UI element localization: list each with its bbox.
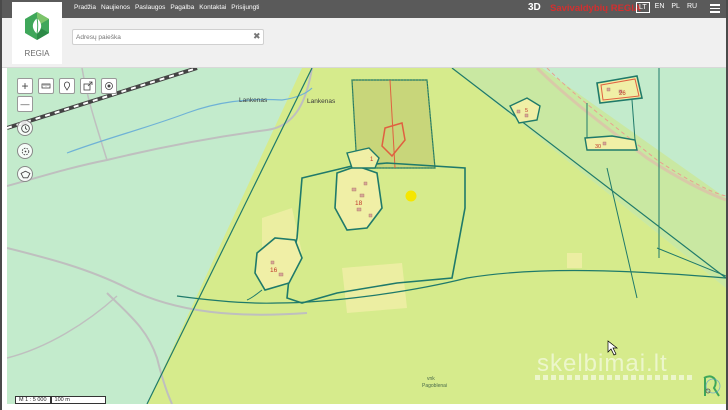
road-label: Lankenas [307,98,336,105]
parcel-label: 18 [355,200,363,207]
scale-bar: M 1 : 5 000 100 m [15,396,106,404]
locate-button[interactable] [17,143,33,159]
zoom-out-button[interactable]: — [17,96,33,112]
settings-button[interactable] [701,384,715,398]
lang-ru[interactable]: RU [685,2,699,13]
scale-distance: 100 m [50,396,106,404]
parcel-label: 16 [270,267,278,274]
lang-en[interactable]: EN [653,2,667,13]
pin-icon [63,81,71,91]
gear-icon [705,388,711,394]
place-prefix-label: vnk [427,376,435,382]
nav-item-news[interactable]: Naujienos [101,4,130,11]
map-view[interactable]: Lankenas Lankenas 18 16 1 5 26 30 vnk Pa… [7,68,726,404]
ruler-icon [41,83,51,89]
lang-lt[interactable]: LT [636,2,650,13]
brand-name: Savivaldybių REGIA [550,3,641,14]
road-label: Lankenas [239,97,268,104]
menu-icon[interactable] [710,4,720,13]
scale-ratio: M 1 : 5 000 [15,396,51,404]
watermark: skelbimai.lt [537,350,668,377]
place-label: Pagoblenai [422,383,447,389]
location-marker [405,190,417,202]
locate-icon [21,147,29,155]
target-button[interactable] [101,78,117,94]
logo-text: REGIA [24,49,50,58]
ruler-button[interactable] [38,78,54,94]
parcel-label: 5 [525,108,528,114]
main-nav: Pradžia Naujienos Paslaugos Pagalba Kont… [74,4,259,11]
mode-3d-button[interactable]: 3D [528,2,541,13]
footer [2,404,726,410]
header: REGIA ✖ [2,2,726,68]
export-button[interactable] [80,78,96,94]
zoom-in-button[interactable]: + [17,78,33,94]
polygon-icon [20,170,30,178]
history-icon [20,123,30,133]
nav-item-help[interactable]: Pagalba [170,4,194,11]
regia-logo[interactable]: REGIA [12,2,62,64]
nav-item-login[interactable]: Prisijungti [231,4,259,11]
regia-logo-icon [25,12,49,40]
polygon-button[interactable] [17,166,33,182]
parcel-label: 30 [595,144,601,150]
nav-item-home[interactable]: Pradžia [74,4,96,11]
export-icon [83,81,93,91]
history-button[interactable] [17,120,33,136]
top-bar: Pradžia Naujienos Paslaugos Pagalba Kont… [2,0,726,18]
parcel-label: 26 [619,91,626,97]
nav-item-services[interactable]: Paslaugos [135,4,165,11]
app-page: Pradžia Naujienos Paslaugos Pagalba Kont… [0,0,728,410]
pin-button[interactable] [59,78,75,94]
address-search-input[interactable] [72,29,264,45]
lang-pl[interactable]: PL [669,2,682,13]
language-switcher: LT EN PL RU [636,2,699,13]
nav-item-contacts[interactable]: Kontaktai [199,4,226,11]
close-icon[interactable]: ✖ [253,31,261,42]
target-icon [105,82,113,90]
